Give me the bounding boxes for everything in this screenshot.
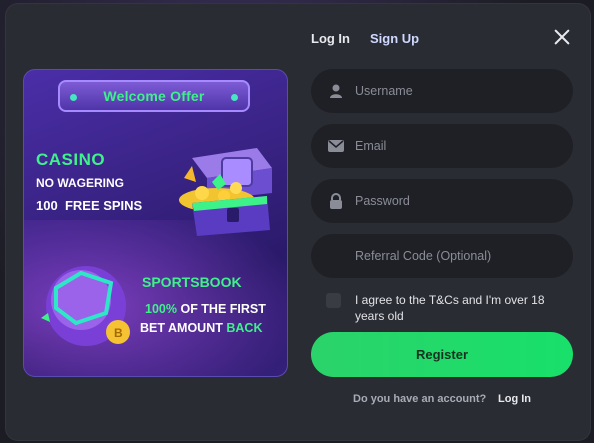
bet-amount-label: BET AMOUNT	[140, 321, 223, 335]
tab-signup[interactable]: Sign Up	[370, 31, 419, 46]
badge-dot-left	[70, 94, 77, 101]
first-deposit-text: 100% OF THE FIRST	[145, 302, 266, 316]
referral-field[interactable]	[311, 234, 573, 278]
referral-input[interactable]	[355, 249, 555, 263]
email-input[interactable]	[355, 139, 555, 153]
footer-login-link[interactable]: Log In	[498, 393, 531, 405]
tab-login[interactable]: Log In	[311, 31, 350, 46]
user-icon	[327, 82, 345, 100]
badge-dot-right	[231, 94, 238, 101]
email-icon	[327, 137, 345, 155]
svg-text:B: B	[114, 326, 123, 340]
free-spins-text: 100 FREE SPINS	[36, 198, 142, 213]
casino-heading: CASINO	[36, 150, 106, 169]
sports-ball-illustration: B	[41, 266, 130, 346]
email-field[interactable]	[311, 124, 573, 168]
lock-icon	[327, 192, 345, 210]
spins-label: FREE SPINS	[64, 198, 143, 213]
close-icon[interactable]	[553, 28, 571, 46]
auth-tabs: Log In Sign Up	[311, 31, 419, 46]
first-pct: 100%	[145, 302, 177, 316]
bet-amount-text: BET AMOUNT BACK	[140, 321, 262, 335]
first-rest: OF THE FIRST	[180, 302, 266, 316]
treasure-chest-illustration	[179, 148, 272, 236]
welcome-offer-title: Welcome Offer	[103, 88, 205, 104]
no-wagering-text: NO WAGERING	[36, 176, 125, 190]
welcome-offer-banner: Welcome Offer CASINO NO WAGERING 100 FRE…	[23, 69, 288, 377]
have-account-text: Do you have an account?	[353, 393, 487, 405]
username-input[interactable]	[355, 84, 555, 98]
password-field[interactable]	[311, 179, 573, 223]
terms-label: I agree to the T&Cs and I'm over 18 year…	[355, 293, 545, 323]
sportsbook-heading: SPORTSBOOK	[142, 274, 242, 290]
username-field[interactable]	[311, 69, 573, 113]
auth-modal: Log In Sign Up Welcome Offer CASINO NO W…	[6, 4, 590, 440]
spins-count: 100	[36, 198, 58, 213]
password-input[interactable]	[355, 194, 555, 208]
register-button[interactable]: Register	[311, 332, 573, 377]
back-label: BACK	[226, 321, 263, 335]
welcome-offer-badge: Welcome Offer	[58, 80, 250, 112]
terms-checkbox[interactable]	[326, 293, 341, 308]
terms-agreement: I agree to the T&Cs and I'm over 18 year…	[326, 292, 570, 324]
